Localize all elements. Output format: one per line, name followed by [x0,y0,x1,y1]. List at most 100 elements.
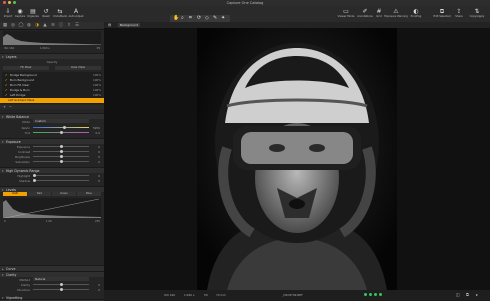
capture-button[interactable]: ◉ Capture [14,6,26,18]
check-icon[interactable]: ✔ [5,83,7,87]
selected-layer[interactable]: Left Gradient Mask [0,98,104,103]
edit-selected-button[interactable]: ⧉ Edit Selected [432,6,452,18]
batch-tab-icon[interactable]: ☰ [74,23,80,28]
capture-tab-icon[interactable]: ◎ [10,23,16,28]
zoom-tool-icon[interactable]: ⌕ [181,15,184,21]
shadow-slider-row: Shadow 0 [18,178,100,183]
grid-button[interactable]: # Grid [374,6,384,18]
library-tab-icon[interactable]: ▦ [2,23,8,28]
color-tag-green-icon[interactable] [364,293,367,296]
list-item[interactable]: ✔ Left Dodge 100% [4,93,104,97]
compare-icon[interactable]: ⧉ [466,292,469,297]
reset-button[interactable]: ↺ Reset [40,6,52,18]
portrait-photo[interactable] [197,28,397,290]
window-title: Capture One Catalog [226,0,264,5]
structure-slider[interactable] [33,288,89,292]
exposure-slider[interactable] [33,145,89,149]
contrast-slider[interactable] [33,150,89,154]
clear-mask-button[interactable]: Clear Mask [55,66,101,70]
structure-knob[interactable] [60,288,63,292]
brightness-knob[interactable] [60,155,63,159]
shadow-slider[interactable] [33,179,89,183]
check-icon[interactable]: ✔ [5,73,7,77]
helmet-portrait-image [197,28,397,290]
wb-mode-row: Mode Custom [0,119,104,124]
toggle-view-icon[interactable]: ◫ [456,292,460,297]
layers-menu-icon[interactable]: ▤ [108,23,111,27]
tint-slider-row: Tint 0.0 [24,130,100,135]
levels-high[interactable]: 255 [95,220,100,223]
histogram-info: ISO 160 1/160 s f/9 [4,46,100,50]
exposure-tab-icon[interactable]: ◑ [34,23,40,28]
channel-tab-red[interactable]: Red [28,192,51,196]
proofing-button[interactable]: ◐ Proofing [408,6,424,18]
lens-tab-icon[interactable]: ◯ [18,23,24,28]
clarity-method-select[interactable]: Natural [33,277,89,281]
check-icon[interactable]: ✔ [5,78,7,82]
list-item[interactable]: ✔ Dodge & Burn 100% [4,88,104,92]
details-tab-icon[interactable]: ▲ [42,23,48,28]
color-tab-icon[interactable]: ◍ [26,23,32,28]
color-tag-green-icon[interactable] [369,293,372,296]
metadata-tab-icon[interactable]: ⓘ [58,23,64,28]
list-item[interactable]: ✔ Burn Background 100% [4,78,104,82]
fill-mask-button[interactable]: Fill Mask [3,66,49,70]
color-tag-green-icon[interactable] [379,293,382,296]
undo-redo-button[interactable]: ⇆ Undo/Redo [52,6,68,18]
image-name-tab[interactable]: Background [118,23,140,27]
organize-button[interactable]: ▤ Organize [26,6,40,18]
levels-channel-tabs: RGB Red Green Blue [3,192,101,196]
undo-redo-icon: ⇆ [57,8,63,15]
kelvin-knob[interactable] [63,126,66,130]
check-icon[interactable]: ✔ [5,88,7,92]
clarity-slider[interactable] [33,283,89,287]
tint-slider[interactable] [33,131,89,135]
output-tab-icon[interactable]: ⇪ [66,23,72,28]
remove-layer-icon[interactable]: − [9,105,12,109]
shadow-knob[interactable] [33,179,36,183]
channel-tab-blue[interactable]: Blue [77,192,101,196]
collapse-arrow-icon: ▾ [2,54,4,59]
collapse-arrow-icon: ▾ [2,272,4,277]
exposure-knob[interactable] [60,145,63,149]
edit-selected-icon: ⧉ [439,8,445,15]
list-item[interactable]: ✔ Burn Fill Clear 100% [4,83,104,87]
saturation-knob[interactable] [60,160,63,164]
crop-tool-icon[interactable]: ⌗ [189,15,192,21]
highlight-knob[interactable] [33,174,36,178]
check-icon[interactable]: ✔ [5,93,7,97]
kelvin-slider[interactable] [33,126,89,130]
image-viewer[interactable]: ▤ Background ISO 160 1/160 s f/9 70 mm _… [104,22,490,300]
contrast-knob[interactable] [60,150,63,154]
saturation-slider[interactable] [33,160,89,164]
keystone-tool-icon[interactable]: ◇ [205,15,209,21]
channel-tab-rgb[interactable]: RGB [3,192,27,196]
picker-tool-icon[interactable]: ✦ [221,15,225,21]
add-layer-icon[interactable]: + [3,105,6,109]
copy-apply-button[interactable]: ⇅ Copy/Apply [466,6,488,18]
channel-tab-green[interactable]: Green [52,192,76,196]
clarity-knob[interactable] [60,283,63,287]
adjustments-tab-icon[interactable]: ≡ [50,23,56,28]
collapse-arrow-icon: ▾ [2,139,4,144]
wb-mode-select[interactable]: Custom [33,119,89,123]
brush-tool-icon[interactable]: ✎ [213,15,217,21]
share-button[interactable]: ⇪ Share [453,6,465,18]
exposure-warning-button[interactable]: ⚠ Exposure Warning [384,6,408,18]
tint-knob[interactable] [60,131,63,135]
pan-tool-icon[interactable]: ✋ [173,15,179,21]
next-image-icon[interactable]: ▸ [476,292,478,297]
auto-adjust-button[interactable]: A Auto Adjust [68,6,84,18]
levels-low[interactable]: 0 [4,220,6,223]
list-item[interactable]: ✔ Dodge Background 100% [4,73,104,77]
main-toolbar: ⇩ Import ◉ Capture ▤ Organize ↺ Reset ⇆ Undo/… [0,6,490,26]
annotations-button[interactable]: ✐ Annotations [356,6,374,18]
capture-icon: ◉ [17,8,23,15]
color-tag-green-icon[interactable] [374,293,377,296]
highlight-slider[interactable] [33,174,89,178]
rotate-tool-icon[interactable]: ⟳ [197,15,201,21]
import-button[interactable]: ⇩ Import [2,6,14,18]
viewer-mode-button[interactable]: ▭ Viewer Mode [336,6,356,18]
levels-mid[interactable]: 1.00 [46,220,52,223]
brightness-slider[interactable] [33,155,89,159]
